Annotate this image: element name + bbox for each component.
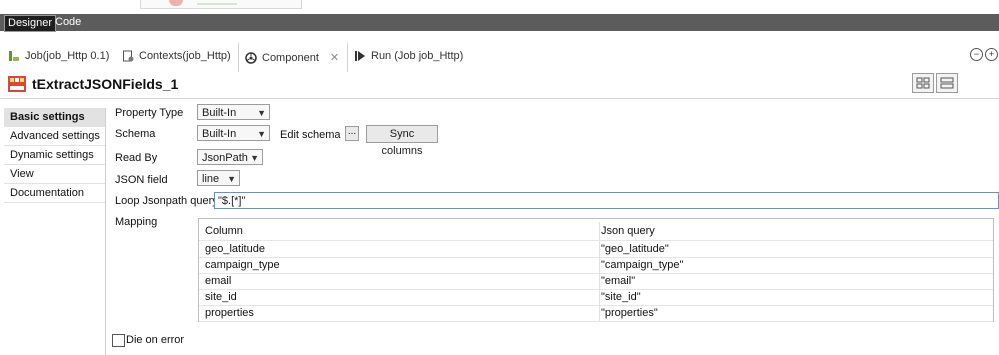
tab-code[interactable]: Code: [52, 15, 84, 30]
tab-run[interactable]: Run (Job job_Http): [354, 42, 463, 70]
die-on-error-checkbox[interactable]: [112, 334, 125, 347]
tab-run-label: Run (Job job_Http): [371, 50, 464, 62]
close-icon[interactable]: ✕: [330, 44, 339, 72]
loop-jsonpath-query-input[interactable]: "$.[*]": [214, 192, 999, 209]
grid-layout-icon[interactable]: [912, 73, 934, 93]
table-cell-json-query[interactable]: "site_id": [595, 289, 999, 305]
table-cell-json-query[interactable]: "campaign_type": [595, 257, 999, 273]
job-icon: [9, 51, 19, 61]
column-header-column[interactable]: Column: [199, 222, 600, 240]
tab-job[interactable]: Job(job_Http 0.1): [8, 42, 109, 70]
table-cell-json-query[interactable]: "properties": [595, 305, 999, 321]
loop-jsonpath-query-label: Loop Jsonpath query: [115, 195, 218, 207]
nav-item-basic-settings[interactable]: Basic settings: [4, 108, 105, 127]
sync-columns-button[interactable]: Sync columns: [366, 125, 438, 157]
tab-contexts-label: Contexts(job_Http): [139, 50, 231, 62]
json-field-select[interactable]: line ▼: [197, 170, 240, 186]
canvas-connection-line: [197, 3, 237, 5]
tab-contexts[interactable]: Contexts(job_Http): [122, 42, 231, 70]
property-type-select[interactable]: Built-In ▼: [197, 104, 270, 120]
table-cell-column[interactable]: email: [199, 273, 600, 289]
header-divider: [0, 98, 999, 99]
canvas-component-icon: [169, 0, 183, 6]
table-row[interactable]: site_id "site_id": [199, 289, 993, 306]
edit-schema-button[interactable]: ...: [345, 126, 359, 141]
run-icon: [355, 51, 365, 61]
chevron-down-icon: ▼: [250, 153, 259, 163]
minimize-icon[interactable]: −: [970, 48, 983, 61]
nav-item-documentation[interactable]: Documentation: [4, 184, 105, 203]
settings-nav: Basic settings Advanced settings Dynamic…: [4, 108, 106, 355]
schema-label: Schema: [115, 128, 156, 140]
component-icon: [245, 52, 257, 64]
table-header-row: Column Json query: [199, 222, 993, 241]
canvas-node-fragment: [140, 0, 302, 9]
mapping-label: Mapping: [115, 216, 158, 228]
nav-item-dynamic-settings[interactable]: Dynamic settings: [4, 146, 105, 165]
edit-schema-label: Edit schema: [280, 129, 341, 141]
schema-value: Built-In: [202, 128, 237, 140]
tab-designer[interactable]: Designer: [4, 15, 57, 32]
json-field-label: JSON field: [115, 174, 168, 186]
table-cell-json-query[interactable]: "email": [595, 273, 999, 289]
read-by-select[interactable]: JsonPath ▼: [197, 149, 263, 165]
component-title: tExtractJSONFields_1: [32, 76, 179, 92]
chevron-down-icon: ▼: [257, 129, 266, 139]
chevron-down-icon: ▼: [227, 174, 236, 184]
maximize-icon[interactable]: +: [985, 48, 998, 61]
json-field-value: line: [202, 173, 220, 185]
property-type-label: Property Type: [115, 107, 184, 119]
nav-item-view[interactable]: View: [4, 165, 105, 184]
table-cell-column[interactable]: site_id: [199, 289, 600, 305]
contexts-icon: [123, 50, 134, 62]
table-cell-column[interactable]: geo_latitude: [199, 241, 600, 257]
table-cell-column[interactable]: properties: [199, 305, 600, 321]
schema-select[interactable]: Built-In ▼: [197, 125, 270, 141]
tab-component[interactable]: Component ✕: [238, 42, 349, 72]
mode-bar: Designer Code: [0, 14, 999, 32]
table-row[interactable]: geo_latitude "geo_latitude": [199, 241, 993, 258]
table-row[interactable]: campaign_type "campaign_type": [199, 257, 993, 274]
tab-component-label: Component: [262, 52, 319, 64]
view-tabs: Job(job_Http 0.1) Contexts(job_Http) Com…: [0, 42, 999, 72]
chevron-down-icon: ▼: [257, 108, 266, 118]
table-row[interactable]: properties "properties": [199, 305, 993, 322]
tab-job-label: Job(job_Http 0.1): [25, 50, 110, 62]
table-row[interactable]: email "email": [199, 273, 993, 290]
table-cell-json-query[interactable]: "geo_latitude": [595, 241, 999, 257]
read-by-value: JsonPath: [202, 152, 248, 164]
die-on-error-label: Die on error: [126, 334, 185, 346]
mapping-table: Column Json query geo_latitude "geo_lati…: [198, 218, 994, 322]
designer-canvas-strip: [0, 0, 999, 14]
nav-item-advanced-settings[interactable]: Advanced settings: [4, 127, 105, 146]
component-header: tExtractJSONFields_1: [0, 72, 999, 98]
column-header-json-query[interactable]: Json query: [595, 222, 999, 240]
json-component-logo: [8, 76, 26, 92]
list-layout-icon[interactable]: [936, 73, 958, 93]
property-type-value: Built-In: [202, 107, 237, 119]
table-cell-column[interactable]: campaign_type: [199, 257, 600, 273]
read-by-label: Read By: [115, 152, 158, 164]
